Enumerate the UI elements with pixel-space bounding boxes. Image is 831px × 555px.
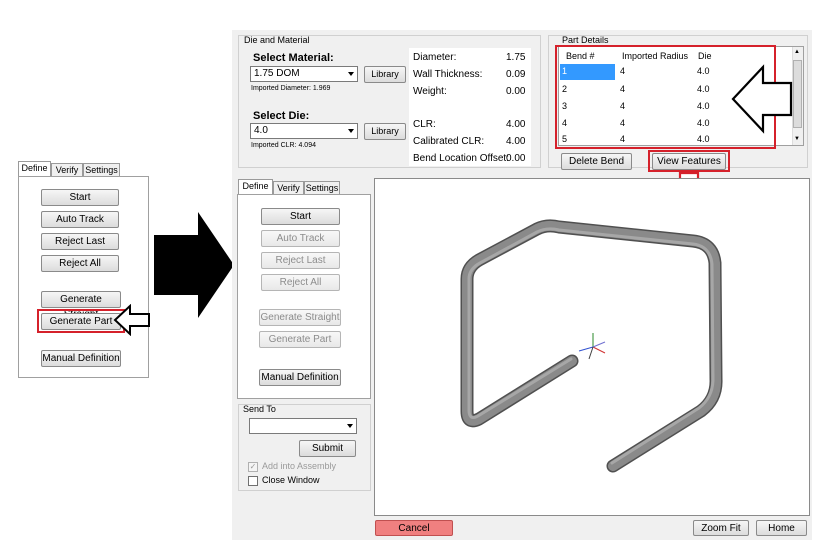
die-material-title: Die and Material <box>244 35 310 45</box>
select-die-label: Select Die: <box>253 110 310 122</box>
generate-part-button[interactable]: Generate Part <box>259 331 341 348</box>
small-tab-define[interactable]: Define <box>18 161 51 177</box>
chevron-down-icon <box>348 129 354 133</box>
scroll-up-icon[interactable]: ▲ <box>794 49 800 55</box>
wall-thickness-value: 0.09 <box>506 69 526 80</box>
diameter-label: Diameter: <box>413 52 457 63</box>
die-select[interactable]: 4.0 <box>250 123 358 139</box>
die-select-value: 4.0 <box>254 125 268 136</box>
chevron-down-icon <box>347 424 353 428</box>
add-assembly-label: Add into Assembly <box>262 461 337 471</box>
reject-all-button[interactable]: Reject All <box>261 274 340 291</box>
tab-define[interactable]: Define <box>238 179 273 195</box>
imported-clr: Imported CLR: 4.094 <box>251 142 316 149</box>
left-arrow-icon <box>731 64 793 134</box>
scroll-down-icon[interactable]: ▼ <box>794 136 800 142</box>
material-library-button[interactable]: Library <box>364 66 406 83</box>
calibrated-clr-value: 4.00 <box>506 136 526 147</box>
small-auto-track-button[interactable]: Auto Track <box>41 211 119 228</box>
diameter-value: 1.75 <box>506 52 526 63</box>
imported-diameter: Imported Diameter: 1.969 <box>251 85 331 92</box>
submit-button[interactable]: Submit <box>299 440 356 457</box>
calibrated-clr-label: Calibrated CLR: <box>413 136 485 147</box>
reject-last-button[interactable]: Reject Last <box>261 252 340 269</box>
small-manual-definition-button[interactable]: Manual Definition <box>41 350 121 367</box>
cancel-button[interactable]: Cancel <box>375 520 453 536</box>
right-arrow-icon <box>154 212 234 318</box>
send-to-title: Send To <box>243 404 276 414</box>
wall-thickness-label: Wall Thickness: <box>413 69 483 80</box>
small-start-button[interactable]: Start <box>41 189 119 206</box>
close-window-checkbox[interactable] <box>248 476 258 486</box>
clr-label: CLR: <box>413 119 436 130</box>
small-tab-verify[interactable]: Verify <box>51 163 83 177</box>
zoom-fit-button[interactable]: Zoom Fit <box>693 520 749 536</box>
scroll-thumb[interactable] <box>793 60 802 128</box>
auto-track-button[interactable]: Auto Track <box>261 230 340 247</box>
left-arrow-icon <box>113 304 150 336</box>
manual-definition-button[interactable]: Manual Definition <box>259 369 341 386</box>
part-details-title: Part Details <box>562 35 609 45</box>
chevron-down-icon <box>348 72 354 76</box>
tab-settings[interactable]: Settings <box>304 181 340 195</box>
3d-viewport[interactable] <box>374 178 810 516</box>
view-features-button[interactable]: View Features <box>652 153 726 170</box>
small-generate-straight-button[interactable]: Generate Straight <box>41 291 121 320</box>
tab-verify[interactable]: Verify <box>273 181 304 195</box>
start-button[interactable]: Start <box>261 208 340 225</box>
bent-tube-model <box>460 219 723 473</box>
small-tab-body <box>18 176 149 378</box>
small-tab-settings[interactable]: Settings <box>83 163 120 177</box>
die-library-button[interactable]: Library <box>364 123 406 140</box>
generate-straight-button[interactable]: Generate Straight <box>259 309 341 326</box>
small-generate-part-button[interactable]: Generate Part <box>41 313 121 330</box>
select-material-label: Select Material: <box>253 52 334 64</box>
axis-triad-icon <box>578 333 606 360</box>
small-reject-all-button[interactable]: Reject All <box>41 255 119 272</box>
home-button[interactable]: Home <box>756 520 807 536</box>
delete-bend-button[interactable]: Delete Bend <box>561 153 632 170</box>
material-select-value: 1.75 DOM <box>254 68 300 79</box>
add-assembly-checkbox[interactable]: ✓ <box>248 462 258 472</box>
clr-value: 4.00 <box>506 119 526 130</box>
weight-label: Weight: <box>413 86 447 97</box>
bend-offset-label: Bend Location Offset: <box>413 153 509 164</box>
material-select[interactable]: 1.75 DOM <box>250 66 358 82</box>
weight-value: 0.00 <box>506 86 526 97</box>
close-window-label: Close Window <box>262 475 320 485</box>
properties-box <box>409 48 531 166</box>
bend-offset-value: 0.00 <box>506 153 526 164</box>
send-to-select[interactable] <box>249 418 357 434</box>
small-reject-last-button[interactable]: Reject Last <box>41 233 119 250</box>
